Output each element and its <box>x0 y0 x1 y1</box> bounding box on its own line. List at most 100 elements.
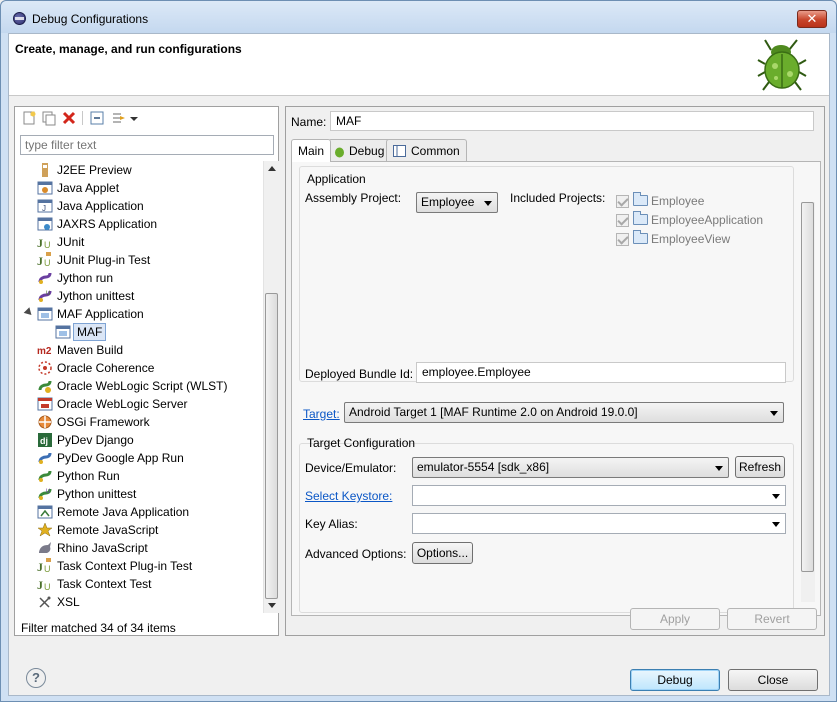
tree-item-label: Remote Java Application <box>57 505 190 519</box>
tree-item-label: Task Context Plug-in Test <box>57 559 193 573</box>
tree-item-label: Java Applet <box>57 181 120 195</box>
options-button[interactable]: Options... <box>412 542 473 564</box>
tree-item-label: JUnit <box>57 235 85 249</box>
tree-item-label: Python unittest <box>57 487 137 501</box>
scrollbar-thumb[interactable] <box>801 202 814 572</box>
filter-input[interactable] <box>20 135 274 155</box>
device-emulator-select[interactable]: emulator-5554 [sdk_x86] <box>412 457 729 478</box>
jython-icon <box>38 272 52 284</box>
key-alias-select[interactable] <box>412 513 786 534</box>
tree-item-label: Oracle WebLogic Server <box>57 397 188 411</box>
bug-icon <box>335 147 344 158</box>
tree-item-label: JAXRS Application <box>57 217 158 231</box>
jython-unittest-icon: U <box>38 290 52 302</box>
window-title: Debug Configurations <box>32 12 149 26</box>
eclipse-icon <box>13 12 26 25</box>
revert-button[interactable]: Revert <box>727 608 817 630</box>
deployed-bundle-id-field[interactable]: employee.Employee <box>416 362 786 383</box>
django-icon: dj <box>38 433 52 447</box>
project-folder-icon <box>633 230 648 244</box>
name-field[interactable]: MAF <box>330 111 814 131</box>
scrollbar-thumb[interactable] <box>265 293 278 599</box>
tree-scrollbar[interactable] <box>263 161 279 613</box>
configuration-tree: J2EE Preview Java Applet J Java Applicat… <box>15 161 260 613</box>
filter-menu-chevron-down-icon[interactable] <box>129 110 139 126</box>
svg-text:U: U <box>46 489 50 495</box>
tree-item-label: MAF Application <box>57 307 144 321</box>
refresh-button[interactable]: Refresh <box>735 456 785 478</box>
dialog-client-area: Create, manage, and run configurations t… <box>8 33 830 696</box>
tree-item-label: J2EE Preview <box>57 163 132 177</box>
tree-item-label: Oracle WebLogic Script (WLST) <box>57 379 228 393</box>
included-project-checkbox[interactable] <box>616 214 629 227</box>
tree-item-label: XSL <box>57 595 80 609</box>
tab-debug[interactable]: Debug <box>328 139 392 161</box>
key-alias-label: Key Alias: <box>305 517 358 531</box>
title-bar[interactable]: Debug Configurations ✕ <box>1 1 836 33</box>
tree-item-label: Remote JavaScript <box>57 523 159 537</box>
main-tab-body: Application Assembly Project: Employee I… <box>291 161 821 616</box>
apply-button[interactable]: Apply <box>630 608 720 630</box>
tree-item-label: Task Context Test <box>57 577 152 591</box>
tree-toolbar <box>15 107 278 131</box>
svg-text:J: J <box>37 236 43 250</box>
target-select[interactable]: Android Target 1 [MAF Runtime 2.0 on And… <box>344 402 784 423</box>
tree-item-label: PyDev Google App Run <box>57 451 184 465</box>
tab-main[interactable]: Main <box>291 139 332 162</box>
remote-js-icon <box>37 522 53 537</box>
task-test-icon: JU <box>37 578 51 592</box>
device-emulator-value: emulator-5554 [sdk_x86] <box>417 460 550 474</box>
chevron-down-icon <box>770 411 778 416</box>
help-icon[interactable]: ? <box>26 668 46 688</box>
tree-item-label: JUnit Plug-in Test <box>57 253 151 267</box>
editor-scrollbar[interactable] <box>801 202 815 602</box>
tab-label: Main <box>298 144 325 158</box>
tree-item-label: Rhino JavaScript <box>57 541 148 555</box>
expand-arrow-icon[interactable] <box>23 307 35 318</box>
included-project-checkbox[interactable] <box>616 195 629 208</box>
google-app-icon <box>38 452 52 464</box>
assembly-project-select[interactable]: Employee <box>416 192 498 213</box>
debug-button[interactable]: Debug <box>630 669 720 691</box>
assembly-project-label: Assembly Project: <box>305 191 402 205</box>
svg-text:U: U <box>46 291 50 297</box>
included-project-checkbox[interactable] <box>616 233 629 246</box>
maf-config-icon <box>55 325 71 339</box>
collapse-all-icon[interactable] <box>89 110 105 126</box>
keystore-select[interactable] <box>412 485 786 506</box>
window-close-button[interactable]: ✕ <box>797 10 827 28</box>
tab-common[interactable]: Common <box>386 139 467 161</box>
svg-text:J: J <box>37 578 43 592</box>
wlst-icon <box>38 380 52 393</box>
filter-configurations-icon[interactable] <box>111 110 127 126</box>
banner-title: Create, manage, and run configurations <box>15 42 242 56</box>
name-label: Name: <box>291 115 327 129</box>
debug-bug-icon <box>757 39 807 91</box>
remote-java-icon <box>37 505 53 519</box>
select-keystore-link[interactable]: Select Keystore: <box>305 489 392 503</box>
advanced-options-label: Advanced Options: <box>305 547 407 561</box>
duplicate-configuration-icon[interactable] <box>41 110 57 126</box>
close-button[interactable]: Close <box>728 669 818 691</box>
deployed-bundle-id-label: Deployed Bundle Id: <box>305 367 414 381</box>
project-folder-icon <box>633 211 648 225</box>
new-configuration-icon[interactable] <box>21 110 37 126</box>
included-project-label: EmployeeApplication <box>651 213 764 227</box>
jaxrs-icon <box>37 217 53 231</box>
svg-text:U: U <box>44 582 51 592</box>
svg-text:m2: m2 <box>37 346 52 357</box>
svg-text:J: J <box>37 254 43 268</box>
xsl-icon <box>39 596 51 608</box>
delete-configuration-icon[interactable] <box>61 110 77 126</box>
tree-item-label: PyDev Django <box>57 433 134 447</box>
scroll-up-arrow-icon[interactable] <box>268 166 276 171</box>
svg-text:J: J <box>37 560 43 574</box>
scroll-down-arrow-icon[interactable] <box>268 603 276 608</box>
toolbar-separator <box>82 111 83 125</box>
application-group-label: Application <box>307 172 366 186</box>
tab-label: Debug <box>349 144 385 158</box>
target-link[interactable]: Target: <box>303 407 340 421</box>
tree-item-maf-application[interactable]: MAF Application <box>23 305 223 323</box>
tree-item-maf[interactable]: MAF <box>55 323 155 341</box>
svg-text:U: U <box>44 240 51 250</box>
